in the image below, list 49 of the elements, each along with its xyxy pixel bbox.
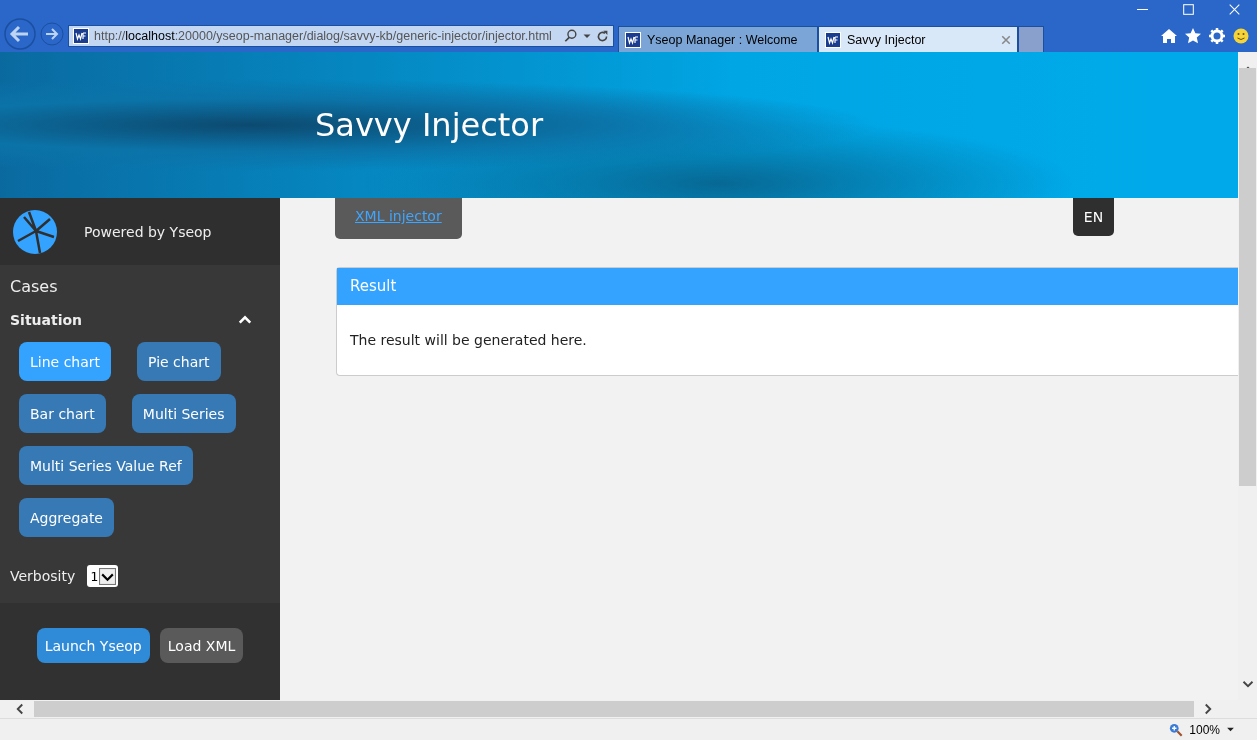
case-button[interactable]: Bar chart [19, 394, 106, 433]
group-header[interactable]: Situation [0, 304, 280, 336]
tab-link[interactable]: XML injector [355, 208, 442, 224]
panel-title: Result [337, 268, 1238, 305]
aperture-logo-icon [12, 208, 58, 255]
case-button[interactable]: Pie chart [137, 342, 221, 381]
horizontal-scrollbar[interactable] [0, 700, 1257, 718]
page-title: Savvy Injector [315, 106, 544, 144]
browser-tab[interactable]: Yseop Manager : Welcome [618, 26, 818, 52]
case-button[interactable]: Line chart [19, 342, 112, 381]
scroll-right-icon[interactable] [1202, 703, 1214, 715]
case-button[interactable]: Multi Series Value Ref [19, 446, 193, 485]
tab[interactable]: XML injector [335, 198, 462, 239]
dropdown-icon[interactable] [583, 32, 591, 40]
scrollbar-thumb[interactable] [34, 701, 1194, 717]
dropdown-icon[interactable] [1226, 725, 1235, 734]
powered-by-text: Powered by Yseop [84, 223, 212, 240]
verbosity-label: Verbosity [10, 568, 76, 584]
browser-tab[interactable]: Savvy Injector [818, 26, 1018, 52]
launch-button[interactable]: Launch Yseop [36, 628, 150, 663]
scrollbar-thumb[interactable] [1239, 68, 1256, 486]
refresh-icon[interactable] [596, 29, 609, 43]
scroll-left-icon[interactable] [14, 703, 26, 715]
search-icon[interactable] [564, 29, 578, 43]
section-title: Cases [9, 276, 59, 298]
page-icon [73, 28, 89, 44]
page-icon [625, 31, 641, 48]
case-button[interactable]: Multi Series [131, 394, 236, 433]
dropdown-icon [99, 567, 117, 585]
forward-icon[interactable] [40, 22, 64, 46]
smiley-icon[interactable] [1233, 28, 1249, 44]
result-text: The result will be generated here. [349, 331, 588, 350]
maximize-icon[interactable] [1183, 4, 1194, 15]
case-button[interactable]: Aggregate [19, 498, 114, 537]
star-icon[interactable] [1185, 28, 1201, 44]
back-icon[interactable] [4, 18, 36, 50]
new-tab-button[interactable] [1018, 26, 1044, 52]
page-icon [825, 31, 841, 48]
vertical-scrollbar[interactable] [1238, 52, 1257, 700]
scroll-down-icon[interactable] [1241, 678, 1254, 690]
home-icon[interactable] [1161, 28, 1177, 44]
settings-icon[interactable] [1209, 28, 1225, 44]
verbosity-select[interactable]: 1 [87, 565, 119, 587]
zoom-icon[interactable] [1169, 722, 1184, 737]
close-icon[interactable] [1001, 34, 1011, 45]
load-button[interactable]: Load XML [159, 628, 244, 663]
zoom-level[interactable]: 100% [1189, 722, 1220, 737]
language-button[interactable]: EN [1073, 198, 1114, 236]
address-bar[interactable]: http://localhost:20000/yseop-manager/dialog/savvy-kb/generic-injector/injector.html [68, 25, 614, 47]
